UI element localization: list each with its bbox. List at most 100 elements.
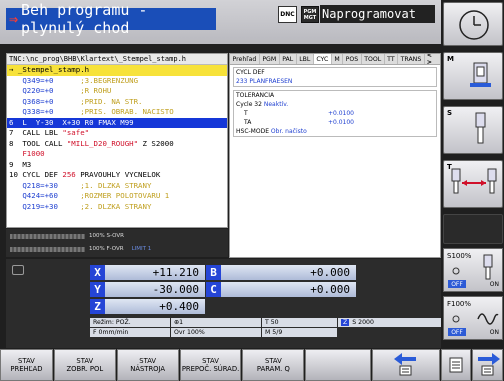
s-function-button[interactable]: S bbox=[443, 106, 503, 154]
right-softkeys bbox=[441, 349, 504, 381]
hsc-value: Obr. načisto bbox=[270, 128, 307, 135]
tolerance-box: TOLERANCIA Cycle 32 Neaktív. T +0.0100 TA… bbox=[233, 90, 437, 137]
feed-override-text: 100% F-OVR bbox=[89, 246, 124, 252]
program-line[interactable]: F1000 bbox=[7, 149, 227, 160]
tab-preh-ad[interactable]: Prehľad bbox=[230, 54, 260, 64]
spindle-speed: S 2000 bbox=[352, 319, 374, 326]
tab-pgm[interactable]: PGM bbox=[260, 54, 280, 64]
program-line-segment: Q338=+0 bbox=[9, 107, 54, 116]
spindle-axis-label: Z bbox=[341, 319, 350, 326]
program-line-segment: Q219=+30 bbox=[9, 201, 58, 211]
s-override-off[interactable]: OFF bbox=[448, 280, 466, 288]
rezim-cell: Režim: POŽ. bbox=[90, 318, 170, 327]
program-line[interactable]: 7 CALL LBL "safe" bbox=[7, 128, 227, 139]
softkey-stav-nastroja[interactable]: STAV NÁSTROJA bbox=[116, 349, 179, 381]
tab-scroll-arrows[interactable]: < > bbox=[425, 54, 440, 66]
axis-c-label: C bbox=[206, 282, 221, 297]
softkey-doc[interactable] bbox=[441, 349, 471, 381]
program-line[interactable]: Q218=+30 ;1. DLZKA STRANY bbox=[7, 181, 227, 192]
program-line[interactable]: 8 TOOL CALL "MILL_D20_ROUGH" Z S2000 bbox=[7, 139, 227, 150]
program-line-segment: → _Stempel_stamp.h bbox=[9, 65, 90, 74]
clock-icon bbox=[459, 10, 489, 40]
limit-text: LIMIT 1 bbox=[131, 246, 152, 252]
spindle-cell: ZS 2000 bbox=[338, 318, 441, 327]
program-line[interactable]: Q349=+0 ;3.BEGRENZUNG bbox=[7, 76, 227, 87]
clock-button[interactable] bbox=[443, 2, 503, 46]
program-lines[interactable]: → _Stempel_stamp.h Q349=+0 ;3.BEGRENZUNG… bbox=[7, 65, 227, 212]
softkey-1-line2: PREHĽAD bbox=[10, 365, 43, 373]
program-line[interactable]: Q338=+0 ;PRIS. OBRAB. NACISTO bbox=[7, 107, 227, 118]
program-line-segment: 9 M3 bbox=[9, 159, 32, 169]
program-line[interactable]: 9 M3 bbox=[7, 160, 227, 171]
t-row: T +0.0100 bbox=[234, 109, 436, 118]
axis-z-value: +0.400 bbox=[159, 300, 199, 313]
feed-override-box[interactable]: F100% OFF ON bbox=[443, 296, 503, 340]
tab-m[interactable]: M bbox=[332, 54, 344, 64]
program-line[interactable]: Q220=+0 ;R ROHU bbox=[7, 86, 227, 97]
program-line-segment: 256 bbox=[62, 170, 76, 179]
softkey-empty-1[interactable] bbox=[305, 349, 372, 381]
axis-z-label: Z bbox=[90, 299, 105, 314]
tab-pos[interactable]: POS bbox=[343, 54, 362, 64]
tab-tt[interactable]: TT bbox=[385, 54, 399, 64]
softkey-stav-zobr-pol[interactable]: STAV ZOBR. POL bbox=[53, 349, 116, 381]
m-state-cell: M 5/9 bbox=[262, 328, 337, 337]
program-line[interactable]: Q368=+0 ;PRID. NA STR. bbox=[7, 97, 227, 108]
f-override-on[interactable]: ON bbox=[490, 329, 499, 336]
m-function-button[interactable]: M bbox=[443, 52, 503, 100]
cycle32-row: Cycle 32 Neaktív. bbox=[234, 100, 436, 109]
f-override-value: F100% bbox=[447, 300, 472, 308]
axis-y: Y -30.000 bbox=[90, 282, 205, 297]
program-line-segment: ;ROZMER POLOTOVARU 1 bbox=[57, 191, 170, 200]
softkey-2-line1: STAV bbox=[76, 357, 94, 365]
program-line-segment: Z S2000 bbox=[138, 138, 174, 148]
softkey-stav-param-q[interactable]: STAV PARAM. Q bbox=[242, 349, 305, 381]
s-function-icon bbox=[475, 112, 486, 144]
program-line[interactable]: 10 CYCL DEF 256 PRAVOUHLY VYCNELOK bbox=[7, 170, 227, 181]
softkey-scroll-left[interactable] bbox=[372, 349, 440, 381]
spindle-override-box[interactable]: S100% OFF ON bbox=[443, 248, 503, 292]
arrow-left-doc-icon bbox=[394, 353, 417, 376]
cycle32-label: Cycle 32 bbox=[236, 101, 262, 108]
program-line-segment: PRAVOUHLY VYCNELOK bbox=[75, 170, 161, 179]
t-value: +0.0100 bbox=[327, 110, 354, 117]
softkey-scroll-right[interactable] bbox=[472, 349, 503, 381]
softkey-stav-prehlad[interactable]: STAV PREHĽAD bbox=[0, 349, 53, 381]
dnc-icon[interactable]: DNC bbox=[278, 6, 297, 23]
softkey-3-line1: STAV bbox=[139, 357, 157, 365]
spindle-override-row: 100% S-OVR bbox=[10, 231, 124, 241]
softkey-stav-prepoc-surad[interactable]: STAV PREPOČ. SÚRAD. bbox=[179, 349, 242, 381]
tab-tool[interactable]: TOOL bbox=[362, 54, 385, 64]
axis-b-label: B bbox=[206, 265, 221, 280]
tab-trans[interactable]: TRANS bbox=[398, 54, 425, 64]
program-line-segment: ;2. DLZKA STRANY bbox=[57, 201, 152, 211]
override-area: 100% S-OVR 100% F-OVR LIMIT 1 bbox=[6, 229, 228, 257]
t-function-button[interactable]: T bbox=[443, 160, 503, 208]
program-line[interactable]: Q219=+30 ;2. DLZKA STRANY bbox=[7, 202, 227, 213]
s-override-on[interactable]: ON bbox=[490, 281, 499, 288]
s-label: S bbox=[447, 109, 453, 117]
program-pane: TNC:\nc_prog\BHB\Klartext\_Stempel_stamp… bbox=[6, 53, 228, 228]
program-line-segment: 8 TOOL CALL bbox=[9, 138, 67, 148]
f-override-off[interactable]: OFF bbox=[448, 328, 466, 336]
position-options-icon[interactable] bbox=[12, 265, 24, 275]
programming-mode[interactable]: Naprogramovat bbox=[320, 5, 435, 23]
program-line-segment: ;3.BEGRENZUNG bbox=[53, 75, 139, 85]
tab-pal[interactable]: PAL bbox=[280, 54, 297, 64]
mgt-label: MGT bbox=[303, 14, 317, 21]
program-line[interactable]: Q424=+60 ;ROZMER POLOTOVARU 1 bbox=[7, 191, 227, 202]
cycl-def-box: CYCL DEF 233 PLANFRAESEN bbox=[233, 67, 437, 87]
pgm-mgt-icon[interactable]: PGM MGT bbox=[301, 6, 319, 23]
spindle-override-bar bbox=[10, 233, 85, 239]
axis-x-value: +11.210 bbox=[152, 266, 199, 279]
program-line-segment: 10 CYCL DEF bbox=[9, 170, 63, 179]
axis-b: B +0.000 bbox=[206, 265, 356, 280]
program-line[interactable]: 6 L Y-30 X+30 R0 FMAX M99 bbox=[7, 117, 227, 128]
tab-cyc[interactable]: CYC bbox=[313, 54, 332, 64]
empty-right-button[interactable] bbox=[443, 214, 503, 244]
tab-lbl[interactable]: LBL bbox=[297, 54, 314, 64]
feed-override-row: 100% F-OVR LIMIT 1 bbox=[10, 244, 151, 254]
softkey-2-line2: ZOBR. POL bbox=[66, 365, 104, 373]
ta-row: TA +0.0100 bbox=[234, 118, 436, 127]
program-line[interactable]: → _Stempel_stamp.h bbox=[7, 65, 227, 76]
